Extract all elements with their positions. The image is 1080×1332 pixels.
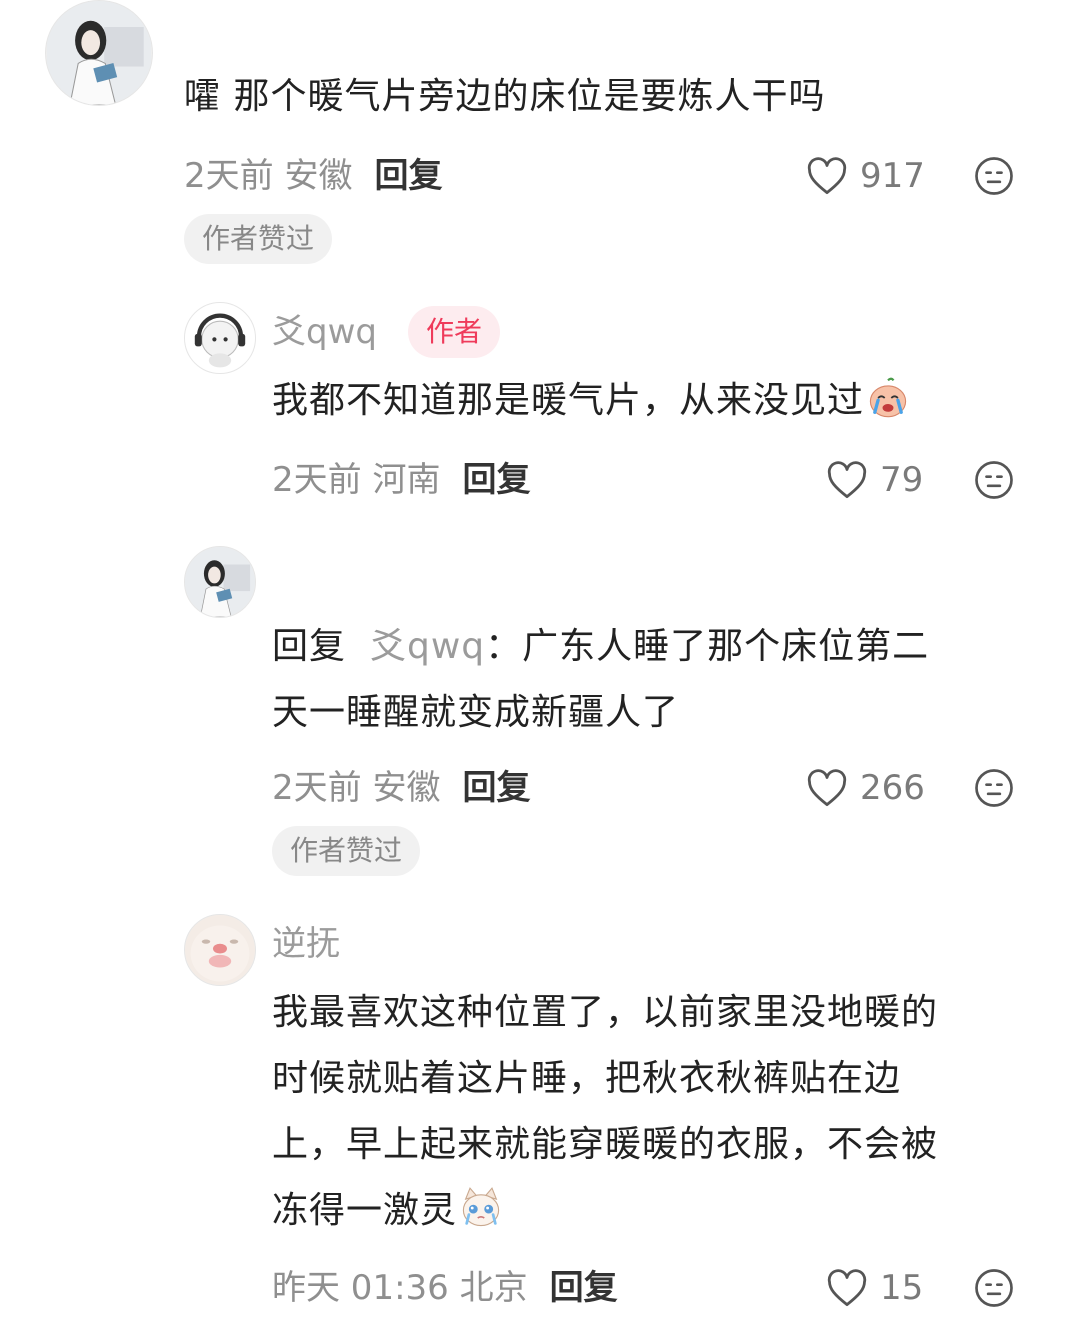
- comment-text: 我都不知道那是暖气片，从来没见过: [272, 368, 910, 434]
- heart-icon: [807, 769, 847, 807]
- like-count: 15: [880, 1268, 924, 1308]
- heart-icon: [827, 461, 867, 499]
- dislike-face-icon[interactable]: [974, 1268, 1014, 1308]
- comment-text-content: 我都不知道那是暖气片，从来没见过: [272, 380, 865, 421]
- comment-meta: 2天前 安徽 回复: [184, 156, 442, 196]
- reply-prefix: 回复: [272, 626, 347, 667]
- comment-meta: 昨天 01:36 北京 回复: [272, 1268, 618, 1308]
- reply-button[interactable]: 回复: [462, 460, 530, 500]
- comment-line: ：广东人睡了那个床位第二: [485, 626, 930, 667]
- like-button[interactable]: 266: [806, 766, 925, 810]
- like-button[interactable]: 917: [806, 154, 925, 198]
- comment-line: 上，早上起来就能穿暖暖的衣服，不会被: [272, 1124, 939, 1165]
- username[interactable]: 爻qwq: [272, 310, 377, 354]
- author-liked-chip: 作者赞过: [184, 214, 333, 264]
- comment-text: 嚯 那个暖气片旁边的床位是要炼人干吗: [184, 76, 826, 117]
- author-badge: 作者: [408, 306, 501, 358]
- like-count: 266: [860, 768, 925, 808]
- comment-meta: 2天前 安徽 回复: [272, 768, 530, 808]
- time-location: 2天前 安徽: [184, 156, 353, 196]
- time-location: 昨天 01:36 北京: [272, 1268, 528, 1308]
- crying-face-emoji: [869, 377, 907, 418]
- avatar[interactable]: [184, 546, 256, 618]
- username[interactable]: 逆抚: [272, 922, 340, 966]
- dislike-face-icon[interactable]: [974, 156, 1014, 196]
- heart-icon: [807, 157, 847, 195]
- like-button[interactable]: 15: [826, 1266, 923, 1310]
- time-location: 2天前 河南: [272, 460, 441, 500]
- comment-text: 冻得一激灵: [272, 1178, 503, 1244]
- dislike-face-icon[interactable]: [974, 768, 1014, 808]
- crying-cat-emoji: [462, 1187, 500, 1227]
- comment-line: 我最喜欢这种位置了，以前家里没地暖的: [272, 992, 939, 1033]
- comment-line: 冻得一激灵: [272, 1190, 458, 1231]
- avatar[interactable]: [184, 302, 256, 374]
- reply-button[interactable]: 回复: [462, 768, 530, 808]
- dislike-face-icon[interactable]: [974, 460, 1014, 500]
- reply-target-username[interactable]: 爻qwq: [370, 626, 485, 667]
- comment-text: 回复 爻qwq：广东人睡了那个床位第二: [272, 614, 929, 680]
- comment-line: 天一睡醒就变成新疆人了: [272, 692, 680, 733]
- avatar[interactable]: [184, 914, 256, 986]
- like-count: 917: [860, 156, 925, 196]
- reply-button[interactable]: 回复: [374, 156, 442, 196]
- heart-icon: [827, 1269, 867, 1307]
- like-count: 79: [880, 460, 924, 500]
- comment-meta: 2天前 河南 回复: [272, 460, 530, 500]
- avatar[interactable]: [45, 0, 153, 106]
- like-button[interactable]: 79: [826, 458, 923, 502]
- comment-line: 时候就贴着这片睡，把秋衣秋裤贴在边: [272, 1058, 902, 1099]
- time-location: 2天前 安徽: [272, 768, 441, 808]
- reply-button[interactable]: 回复: [550, 1268, 618, 1308]
- author-liked-chip: 作者赞过: [272, 826, 421, 876]
